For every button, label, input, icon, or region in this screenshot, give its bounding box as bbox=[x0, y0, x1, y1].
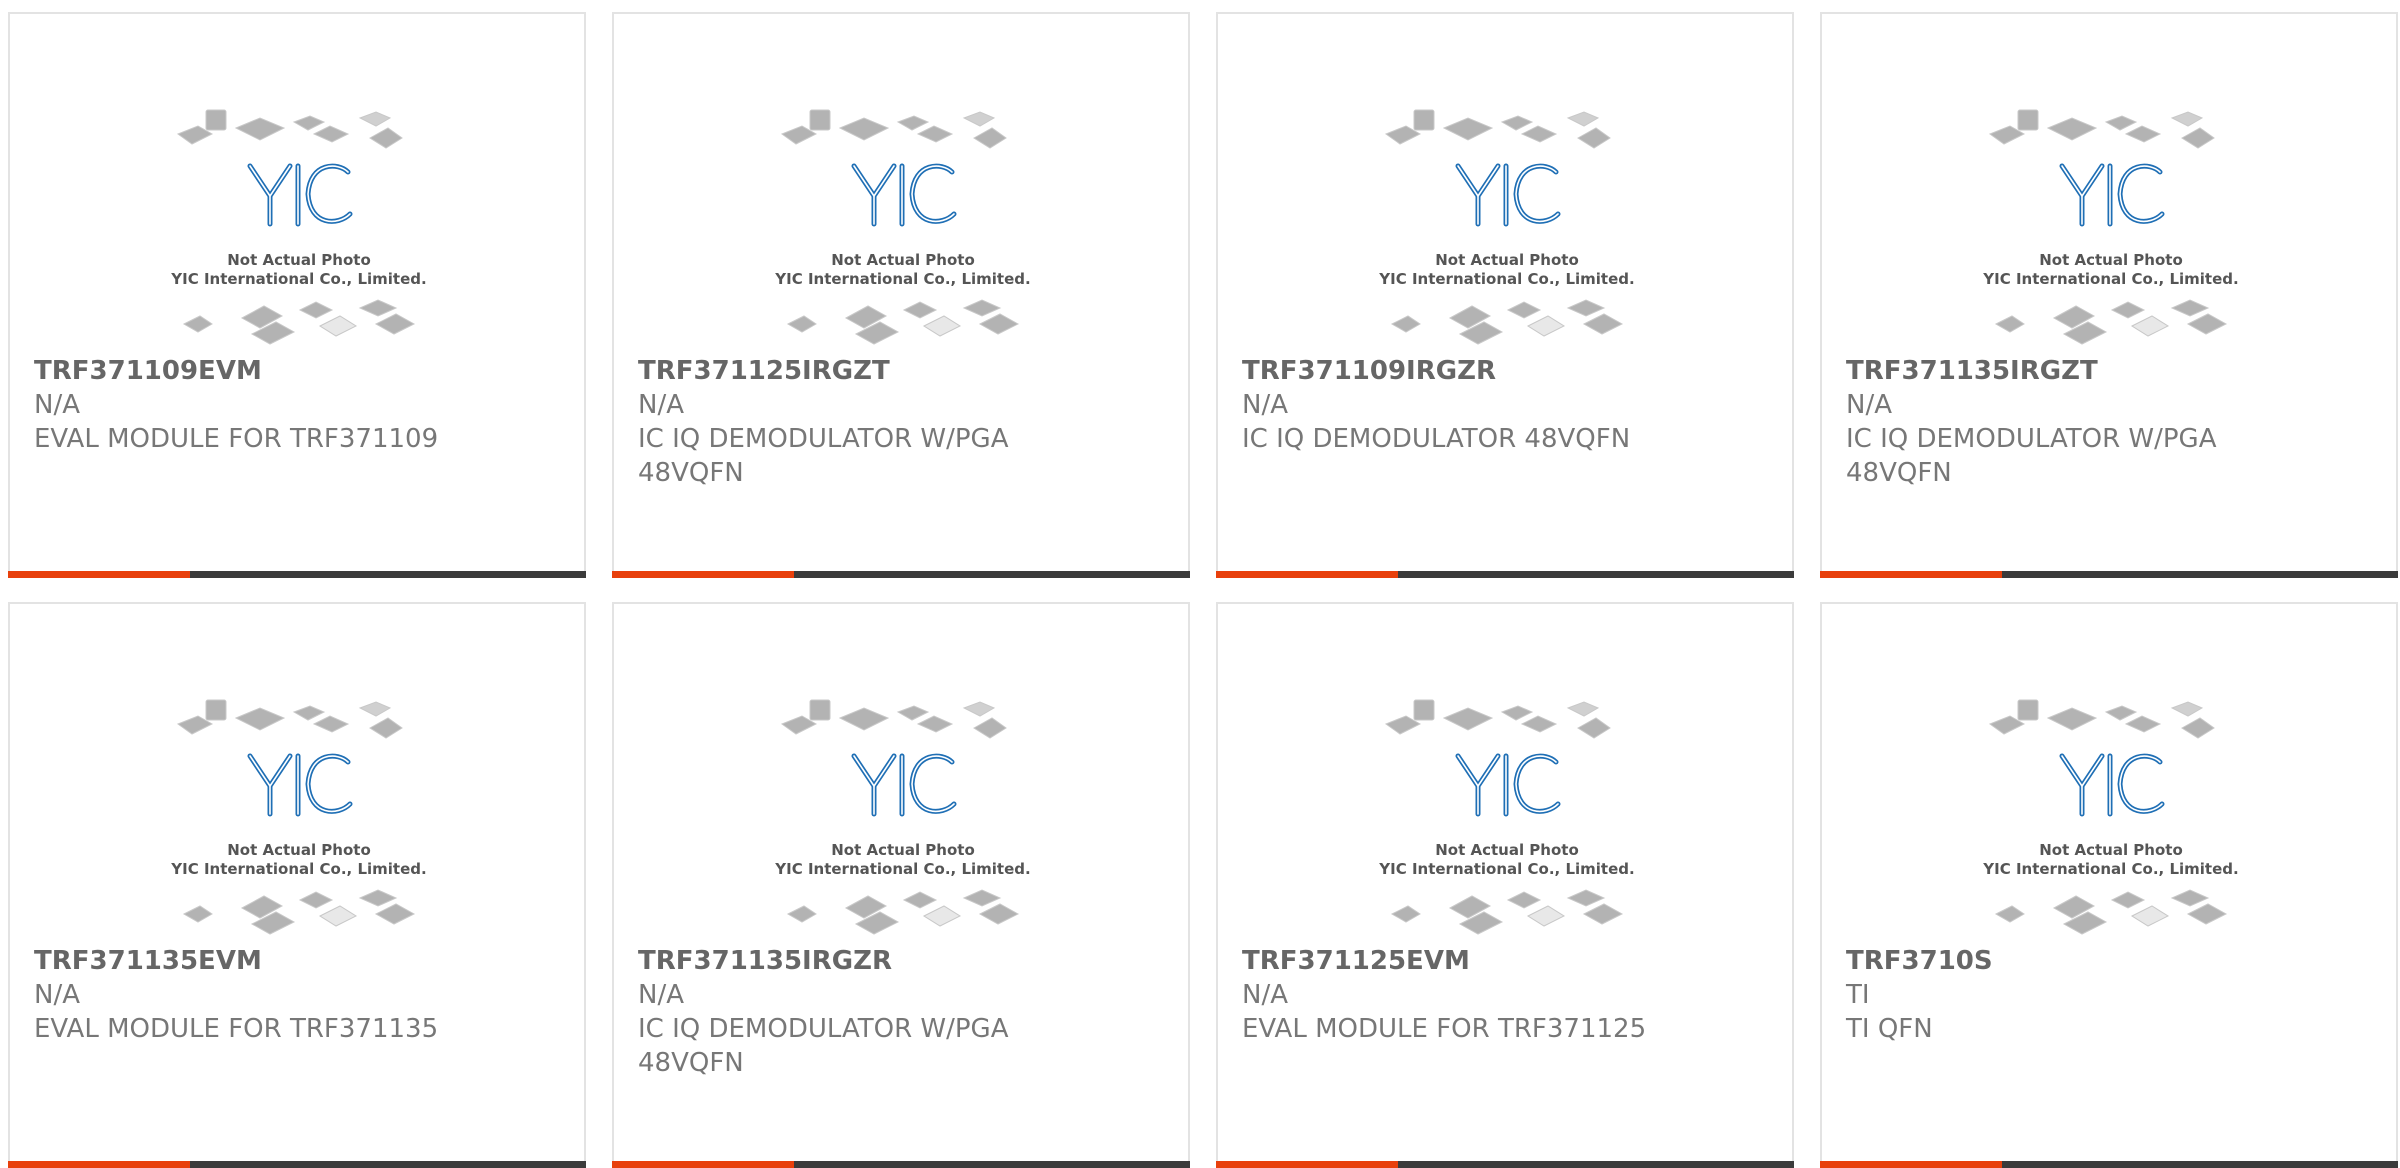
watermark-line1: Not Actual Photo bbox=[2039, 251, 2183, 269]
card-accent bbox=[8, 571, 190, 578]
description: IC IQ DEMODULATOR W/PGA 48VQFN bbox=[638, 424, 1009, 488]
watermark-line1: Not Actual Photo bbox=[227, 841, 371, 859]
card-accent bbox=[612, 571, 794, 578]
product-info: TRF371135EVM N/A EVAL MODULE FOR TRF3711… bbox=[34, 944, 560, 1046]
part-number[interactable]: TRF371125EVM bbox=[1242, 944, 1768, 978]
card-accent bbox=[1216, 571, 1398, 578]
placeholder-photo: Not Actual Photo YIC International Co., … bbox=[1982, 109, 2239, 345]
watermark-line1: Not Actual Photo bbox=[1435, 251, 1579, 269]
product-card[interactable]: Not Actual Photo YIC International Co., … bbox=[612, 602, 1190, 1168]
product-card[interactable]: Not Actual Photo YIC International Co., … bbox=[1216, 602, 1794, 1168]
card-accent bbox=[1820, 571, 2002, 578]
product-card[interactable]: Not Actual Photo YIC International Co., … bbox=[8, 602, 586, 1168]
manufacturer: N/A bbox=[1242, 390, 1288, 420]
placeholder-photo: Not Actual Photo YIC International Co., … bbox=[1378, 109, 1635, 345]
watermark-line2: YIC International Co., Limited. bbox=[1982, 860, 2238, 878]
description: IC IQ DEMODULATOR 48VQFN bbox=[1242, 424, 1631, 454]
card-bottom-bar bbox=[1216, 571, 1794, 578]
placeholder-photo: Not Actual Photo YIC International Co., … bbox=[1982, 699, 2239, 935]
product-info: TRF371125IRGZT N/A IC IQ DEMODULATOR W/P… bbox=[638, 354, 1164, 490]
product-card[interactable]: Not Actual Photo YIC International Co., … bbox=[1216, 12, 1794, 578]
product-info: TRF371109IRGZR N/A IC IQ DEMODULATOR 48V… bbox=[1242, 354, 1768, 456]
part-number[interactable]: TRF371135IRGZT bbox=[1846, 354, 2372, 388]
card-bottom-bar bbox=[612, 571, 1190, 578]
description: TI QFN bbox=[1846, 1014, 1933, 1044]
watermark-line2: YIC International Co., Limited. bbox=[170, 860, 426, 878]
description: EVAL MODULE FOR TRF371125 bbox=[1242, 1014, 1647, 1044]
watermark-line1: Not Actual Photo bbox=[831, 841, 975, 859]
manufacturer: N/A bbox=[34, 390, 80, 420]
placeholder-photo: Not Actual Photo YIC International Co., … bbox=[170, 699, 427, 935]
part-number[interactable]: TRF3710S bbox=[1846, 944, 2372, 978]
part-number[interactable]: TRF371109EVM bbox=[34, 354, 560, 388]
watermark-line1: Not Actual Photo bbox=[1435, 841, 1579, 859]
placeholder-photo: Not Actual Photo YIC International Co., … bbox=[170, 109, 427, 345]
manufacturer: TI bbox=[1846, 980, 1870, 1010]
watermark-line2: YIC International Co., Limited. bbox=[774, 860, 1030, 878]
product-card[interactable]: Not Actual Photo YIC International Co., … bbox=[612, 12, 1190, 578]
watermark-line1: Not Actual Photo bbox=[2039, 841, 2183, 859]
manufacturer: N/A bbox=[638, 390, 684, 420]
watermark-line1: Not Actual Photo bbox=[227, 251, 371, 269]
product-info: TRF371135IRGZR N/A IC IQ DEMODULATOR W/P… bbox=[638, 944, 1164, 1080]
product-grid: Not Actual Photo YIC International Co., … bbox=[8, 12, 2400, 1168]
part-number[interactable]: TRF371125IRGZT bbox=[638, 354, 1164, 388]
product-info: TRF371135IRGZT N/A IC IQ DEMODULATOR W/P… bbox=[1846, 354, 2372, 490]
watermark-line2: YIC International Co., Limited. bbox=[774, 270, 1030, 288]
watermark-line1: Not Actual Photo bbox=[831, 251, 975, 269]
placeholder-photo: Not Actual Photo YIC International Co., … bbox=[774, 109, 1031, 345]
product-info: TRF371109EVM N/A EVAL MODULE FOR TRF3711… bbox=[34, 354, 560, 456]
watermark-line2: YIC International Co., Limited. bbox=[1378, 860, 1634, 878]
card-bottom-bar bbox=[8, 571, 586, 578]
card-bottom-bar bbox=[1820, 571, 2398, 578]
part-number[interactable]: TRF371109IRGZR bbox=[1242, 354, 1768, 388]
product-info: TRF371125EVM N/A EVAL MODULE FOR TRF3711… bbox=[1242, 944, 1768, 1046]
part-number[interactable]: TRF371135EVM bbox=[34, 944, 560, 978]
description: EVAL MODULE FOR TRF371109 bbox=[34, 424, 439, 454]
watermark-line2: YIC International Co., Limited. bbox=[1982, 270, 2238, 288]
manufacturer: N/A bbox=[1846, 390, 1892, 420]
description: IC IQ DEMODULATOR W/PGA 48VQFN bbox=[638, 1014, 1009, 1078]
product-card[interactable]: Not Actual Photo YIC International Co., … bbox=[8, 12, 586, 578]
product-info: TRF3710S TI TI QFN bbox=[1846, 944, 2372, 1046]
description: EVAL MODULE FOR TRF371135 bbox=[34, 1014, 439, 1044]
manufacturer: N/A bbox=[34, 980, 80, 1010]
watermark-line2: YIC International Co., Limited. bbox=[1378, 270, 1634, 288]
product-card[interactable]: Not Actual Photo YIC International Co., … bbox=[1820, 602, 2398, 1168]
placeholder-photo: Not Actual Photo YIC International Co., … bbox=[774, 699, 1031, 935]
manufacturer: N/A bbox=[1242, 980, 1288, 1010]
watermark-line2: YIC International Co., Limited. bbox=[170, 270, 426, 288]
product-card[interactable]: Not Actual Photo YIC International Co., … bbox=[1820, 12, 2398, 578]
placeholder-photo: Not Actual Photo YIC International Co., … bbox=[1378, 699, 1635, 935]
description: IC IQ DEMODULATOR W/PGA 48VQFN bbox=[1846, 424, 2217, 488]
manufacturer: N/A bbox=[638, 980, 684, 1010]
part-number[interactable]: TRF371135IRGZR bbox=[638, 944, 1164, 978]
